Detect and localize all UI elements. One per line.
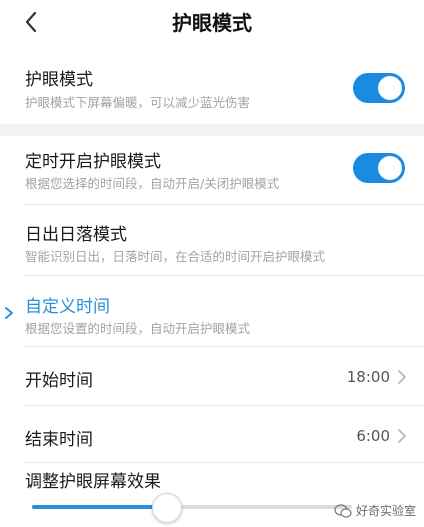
custom-time-subtitle: 根据您设置的时间段，自动开启护眼模式 [25,321,251,336]
sunrise-title: 日出日落模式 [25,225,127,245]
page-title: 护眼模式 [172,11,252,35]
section-gap [0,124,424,136]
custom-time-row[interactable]: 自定义时间 根据您设置的时间段，自动开启护眼模式 [0,276,424,346]
end-time-row[interactable]: 结束时间 6:00 [0,406,424,462]
effect-slider-thumb[interactable] [152,493,183,523]
watermark-text: 好奇实验室 [355,504,416,518]
toggle-knob [378,156,402,180]
start-time-value: 18:00 [346,368,390,386]
effect-label: 调整护眼屏幕效果 [25,472,161,492]
start-time-label: 开始时间 [25,371,93,391]
divider [24,462,424,463]
chevron-right-icon [398,429,406,443]
selected-chevron-icon [5,307,13,319]
custom-time-title: 自定义时间 [25,297,110,317]
effect-slider-track[interactable] [32,505,352,509]
sunrise-subtitle: 智能识别日出，日落时间，在合适的时间开启护眼模式 [25,249,326,264]
app-header: 护眼模式 [0,0,424,46]
schedule-toggle[interactable] [353,153,405,183]
schedule-subtitle: 根据您选择的时间段，自动开启/关闭护眼模式 [25,176,280,191]
chevron-right-icon [398,370,406,384]
start-time-row[interactable]: 开始时间 18:00 [0,347,424,405]
toggle-knob [378,76,402,100]
schedule-row[interactable]: 定时开启护眼模式 根据您选择的时间段，自动开启/关闭护眼模式 [0,136,424,204]
eye-mode-title: 护眼模式 [25,70,93,90]
sunrise-sunset-row[interactable]: 日出日落模式 智能识别日出，日落时间，在合适的时间开启护眼模式 [0,205,424,275]
schedule-title: 定时开启护眼模式 [25,152,161,172]
wechat-icon [334,503,352,518]
eye-mode-toggle[interactable] [353,73,405,103]
watermark: 好奇实验室 [334,502,416,519]
effect-slider-fill [32,505,167,509]
eye-mode-row[interactable]: 护眼模式 护眼模式下屏幕偏暖，可以减少蓝光伤害 [0,52,424,124]
eye-mode-subtitle: 护眼模式下屏幕偏暖，可以减少蓝光伤害 [25,95,251,110]
end-time-value: 6:00 [356,427,390,445]
end-time-label: 结束时间 [25,430,93,450]
